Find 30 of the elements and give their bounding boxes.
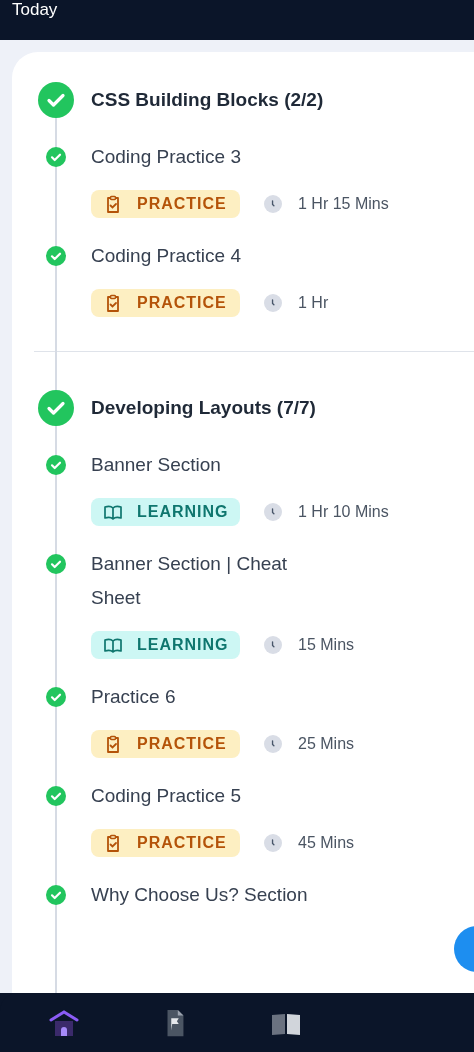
type-tag: LEARNING	[91, 498, 240, 526]
item-title[interactable]: Coding Practice 4	[91, 239, 321, 273]
duration-text: 1 Hr	[298, 294, 329, 312]
header-title: Today	[12, 0, 58, 20]
clock-icon	[264, 503, 282, 521]
item-title[interactable]: Banner Section	[91, 448, 321, 482]
duration-text: 45 Mins	[298, 834, 355, 852]
item-title[interactable]: Coding Practice 3	[91, 140, 321, 174]
type-tag: PRACTICE	[91, 730, 240, 758]
duration-text: 1 Hr 10 Mins	[298, 503, 389, 521]
section-title[interactable]: Developing Layouts (7/7)	[91, 397, 316, 419]
duration-text: 15 Mins	[298, 636, 355, 654]
clock-icon	[264, 735, 282, 753]
clock-icon	[264, 834, 282, 852]
book-icon	[103, 502, 123, 522]
duration-text: 25 Mins	[298, 735, 355, 753]
type-tag: LEARNING	[91, 631, 240, 659]
clock-icon	[264, 294, 282, 312]
section-title[interactable]: CSS Building Blocks (2/2)	[91, 89, 324, 111]
type-tag: PRACTICE	[91, 190, 240, 218]
item-title[interactable]: Practice 6	[91, 680, 321, 714]
item-title[interactable]: Coding Practice 5	[91, 779, 321, 813]
item-title[interactable]: Why Choose Us? Section	[91, 878, 321, 912]
clock-icon	[264, 195, 282, 213]
book-icon	[103, 635, 123, 655]
clock-icon	[264, 636, 282, 654]
item-title[interactable]: Banner Section | Cheat Sheet	[91, 547, 321, 615]
duration-text: 1 Hr 15 Mins	[298, 195, 389, 213]
type-tag: PRACTICE	[91, 289, 240, 317]
type-tag: PRACTICE	[91, 829, 240, 857]
